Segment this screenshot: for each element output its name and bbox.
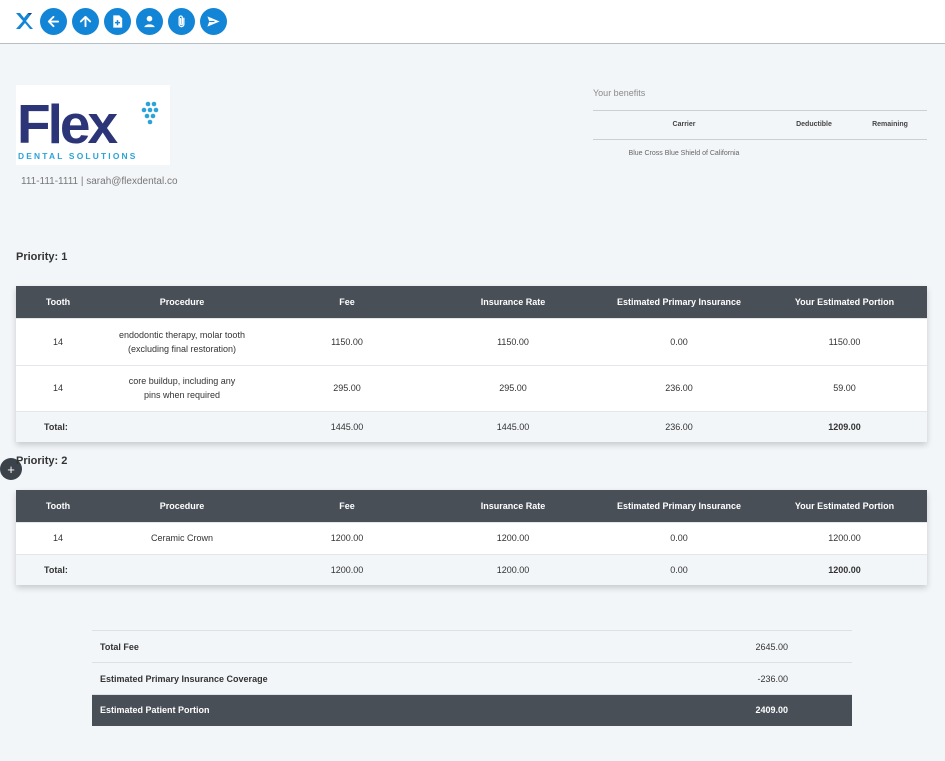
tooth-cell: 14 (16, 521, 100, 554)
fee-cell: 295.00 (264, 364, 430, 411)
insurance-rate-header: Insurance Rate (430, 286, 596, 318)
total-estimated-portion-cell: 1209.00 (762, 410, 927, 442)
summary-table: Total Fee 2645.00 Estimated Primary Insu… (92, 630, 852, 726)
document-plus-icon (113, 15, 123, 28)
add-document-button[interactable] (104, 8, 131, 35)
remaining-header: Remaining (853, 111, 927, 140)
total-fee-cell: 1200.00 (264, 553, 430, 585)
insurance-rate-cell: 295.00 (430, 364, 596, 411)
procedure-cell: endodontic therapy, molar tooth (excludi… (100, 317, 264, 365)
estimated-portion-header: Your Estimated Portion (762, 490, 927, 522)
paperclip-icon (178, 15, 185, 28)
estimated-primary-cell: 0.00 (596, 317, 762, 365)
fee-header: Fee (264, 286, 430, 318)
toolbar (0, 0, 945, 44)
back-button[interactable] (40, 8, 67, 35)
tooth-cell: 14 (16, 364, 100, 411)
priority-2-table: Tooth Procedure Fee Insurance Rate Estim… (16, 490, 927, 585)
patient-portion-label: Estimated Patient Portion (92, 694, 583, 726)
arrow-left-icon (47, 15, 60, 28)
total-fee-cell: 1445.00 (264, 410, 430, 442)
logo-dots-icon (141, 101, 159, 125)
coverage-label: Estimated Primary Insurance Coverage (92, 662, 583, 695)
summary-total-fee-row: Total Fee 2645.00 (92, 630, 852, 663)
arrow-up-icon (79, 15, 92, 28)
total-label: Total: (16, 410, 100, 442)
procedure-cell: core buildup, including any pins when re… (100, 364, 264, 411)
practice-logo: Flex DENTAL SOLUTIONS (16, 85, 170, 165)
procedure-cell: Ceramic Crown (100, 521, 264, 554)
table-row[interactable]: 14 core buildup, including any pins when… (16, 364, 927, 411)
attach-button[interactable] (168, 8, 195, 35)
total-estimated-primary-cell: 236.00 (596, 410, 762, 442)
carrier-header: Carrier (593, 111, 775, 140)
patient-portion-value: 2409.00 (582, 694, 852, 726)
plus-icon: + (7, 461, 15, 477)
logo-word: Flex (17, 93, 118, 155)
benefits-table: Carrier Deductible Remaining Blue Cross … (593, 111, 927, 167)
estimated-primary-cell: 236.00 (596, 364, 762, 411)
practice-contact: 111-111-1111 | sarah@flexdental.co (21, 176, 178, 187)
priority-2-label: Priority: 2 (16, 455, 68, 467)
insurance-rate-cell: 1200.00 (430, 521, 596, 554)
priority-1-label: Priority: 1 (16, 251, 68, 263)
coverage-value: -236.00 (582, 662, 852, 695)
logo-subtitle: DENTAL SOLUTIONS (18, 151, 138, 161)
insurance-rate-cell: 1150.00 (430, 317, 596, 365)
table-row[interactable]: 14 endodontic therapy, molar tooth (excl… (16, 317, 927, 365)
app-logo-icon[interactable] (14, 10, 34, 32)
total-estimated-primary-cell: 0.00 (596, 553, 762, 585)
total-procedure-cell (100, 410, 264, 442)
send-icon (207, 16, 220, 27)
total-label: Total: (16, 553, 100, 585)
benefits-row: Blue Cross Blue Shield of California (593, 139, 927, 167)
total-fee-label: Total Fee (92, 630, 583, 663)
patient-button[interactable] (136, 8, 163, 35)
procedure-header: Procedure (100, 490, 264, 522)
priority-1-table: Tooth Procedure Fee Insurance Rate Estim… (16, 286, 927, 442)
total-procedure-cell (100, 553, 264, 585)
send-button[interactable] (200, 8, 227, 35)
estimated-portion-cell: 1200.00 (762, 521, 927, 554)
tooth-header: Tooth (16, 286, 100, 318)
estimated-primary-header: Estimated Primary Insurance (596, 286, 762, 318)
fee-header: Fee (264, 490, 430, 522)
upload-button[interactable] (72, 8, 99, 35)
estimated-primary-header: Estimated Primary Insurance (596, 490, 762, 522)
total-insurance-rate-cell: 1200.00 (430, 553, 596, 585)
tooth-cell: 14 (16, 317, 100, 365)
estimated-portion-cell: 59.00 (762, 364, 927, 411)
estimated-primary-cell: 0.00 (596, 521, 762, 554)
total-row: Total: 1445.00 1445.00 236.00 1209.00 (16, 410, 927, 442)
procedure-header: Procedure (100, 286, 264, 318)
fee-cell: 1200.00 (264, 521, 430, 554)
carrier-cell: Blue Cross Blue Shield of California (628, 149, 740, 157)
benefits-title: Your benefits (593, 86, 927, 111)
estimated-portion-cell: 1150.00 (762, 317, 927, 365)
table-row[interactable]: 14 Ceramic Crown 1200.00 1200.00 0.00 12… (16, 521, 927, 554)
deductible-cell (775, 139, 853, 167)
remaining-cell (853, 139, 927, 167)
insurance-rate-header: Insurance Rate (430, 490, 596, 522)
total-fee-value: 2645.00 (582, 630, 852, 663)
deductible-header: Deductible (775, 111, 853, 140)
benefits-panel: Your benefits Carrier Deductible Remaini… (593, 86, 927, 167)
summary-coverage-row: Estimated Primary Insurance Coverage -23… (92, 662, 852, 695)
total-estimated-portion-cell: 1200.00 (762, 553, 927, 585)
tooth-header: Tooth (16, 490, 100, 522)
summary-patient-row: Estimated Patient Portion 2409.00 (92, 694, 852, 726)
estimated-portion-header: Your Estimated Portion (762, 286, 927, 318)
flex-logo-icon: Flex DENTAL SOLUTIONS (17, 93, 159, 161)
user-icon (144, 15, 155, 28)
total-insurance-rate-cell: 1445.00 (430, 410, 596, 442)
fee-cell: 1150.00 (264, 317, 430, 365)
total-row: Total: 1200.00 1200.00 0.00 1200.00 (16, 553, 927, 585)
